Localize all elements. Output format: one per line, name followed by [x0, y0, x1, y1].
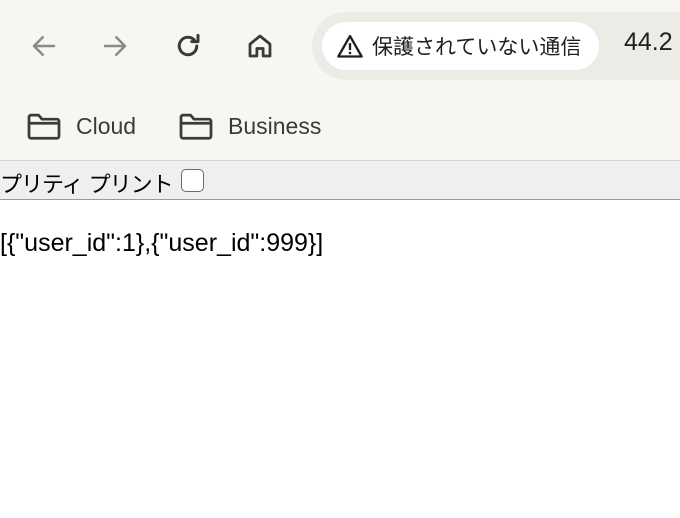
reload-icon: [177, 33, 200, 57]
bookmark-label: Cloud: [76, 112, 137, 139]
url-text[interactable]: 44.2: [624, 28, 673, 57]
address-bar[interactable]: 保護されていない通信 44.2: [312, 12, 680, 80]
folder-icon: [179, 113, 213, 140]
bookmark-business[interactable]: Business: [178, 106, 321, 146]
arrow-left-icon: [32, 36, 56, 56]
security-status-label: 保護されていない通信: [372, 35, 582, 59]
pretty-print-label: プリティ プリント: [0, 173, 174, 198]
json-content: [{"user_id":1},{"user_id":999}]: [0, 229, 324, 257]
arrow-right-icon: [103, 36, 127, 56]
folder-icon: [27, 113, 61, 140]
reload-button[interactable]: [166, 24, 210, 68]
bookmark-cloud[interactable]: Cloud: [26, 106, 136, 146]
warning-triangle-icon: [337, 34, 363, 58]
bookmark-label: Business: [228, 112, 322, 139]
pretty-print-checkbox[interactable]: [181, 169, 204, 192]
security-status-chip[interactable]: 保護されていない通信: [322, 22, 600, 70]
back-button[interactable]: [22, 24, 66, 68]
pretty-print-bar: プリティ プリント: [0, 160, 680, 200]
forward-button[interactable]: [93, 24, 137, 68]
browser-toolbar: 保護されていない通信 44.2: [0, 0, 680, 92]
home-button[interactable]: [238, 24, 282, 68]
home-icon: [248, 34, 272, 58]
bookmarks-bar: Cloud Business: [0, 92, 680, 160]
